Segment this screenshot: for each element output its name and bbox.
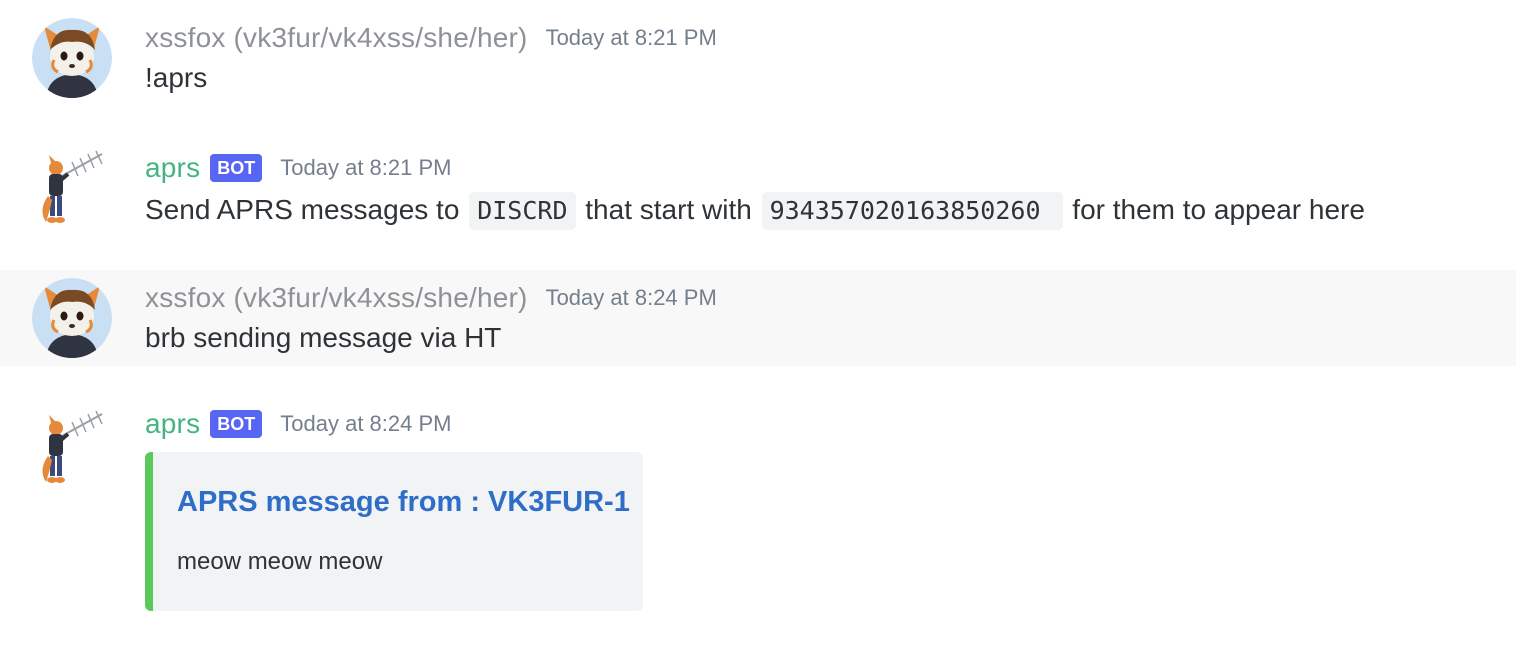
bot-tag: BOT <box>210 154 263 182</box>
bot-tag: BOT <box>210 410 263 438</box>
message-timestamp[interactable]: Today at 8:21 PM <box>546 25 717 51</box>
chat-log: xssfox (vk3fur/vk4xss/she/her) Today at … <box>0 0 1516 648</box>
message-timestamp[interactable]: Today at 8:21 PM <box>280 155 451 181</box>
message-text-part: for them to appear here <box>1072 194 1365 225</box>
message-text: !aprs <box>145 62 208 93</box>
embed-description: meow meow meow <box>177 548 383 575</box>
message-text-part: Send APRS messages to <box>145 194 460 225</box>
message-text: Send APRS messages to DISCRD that start … <box>145 192 1365 230</box>
inline-code: DISCRD <box>469 192 576 230</box>
author-name[interactable]: xssfox (vk3fur/vk4xss/she/her) <box>145 282 528 314</box>
fox-avatar-icon[interactable] <box>32 18 112 98</box>
embed-card: APRS message from : VK3FUR-1 meow meow m… <box>145 452 643 611</box>
fox-antenna-avatar-icon[interactable] <box>32 150 112 230</box>
message-item: xssfox (vk3fur/vk4xss/she/her) Today at … <box>0 270 1516 366</box>
author-name[interactable]: aprs <box>145 408 200 440</box>
message-timestamp[interactable]: Today at 8:24 PM <box>280 411 451 437</box>
fox-avatar-icon[interactable] <box>32 278 112 358</box>
author-name[interactable]: aprs <box>145 152 200 184</box>
fox-antenna-avatar-icon[interactable] <box>32 410 112 490</box>
author-name[interactable]: xssfox (vk3fur/vk4xss/she/her) <box>145 22 528 54</box>
inline-code: 934357020163850260 <box>761 192 1063 230</box>
message-item: xssfox (vk3fur/vk4xss/she/her) Today at … <box>0 0 1516 130</box>
message-text-part: that start with <box>585 194 752 225</box>
embed-accent-bar <box>145 452 153 611</box>
message-text: brb sending message via HT <box>145 322 502 353</box>
message-timestamp[interactable]: Today at 8:24 PM <box>546 285 717 311</box>
message-item: aprs BOT Today at 8:21 PM Send APRS mess… <box>0 130 1516 270</box>
embed-title: APRS message from : VK3FUR-1 <box>177 486 630 518</box>
